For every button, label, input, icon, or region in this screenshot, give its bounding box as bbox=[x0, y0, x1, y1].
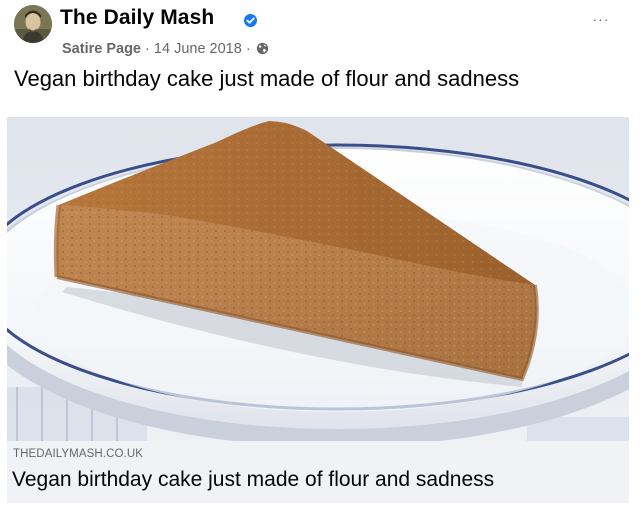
link-domain: THEDAILYMASH.CO.UK bbox=[13, 448, 144, 460]
link-preview-footer[interactable]: THEDAILYMASH.CO.UK Vegan birthday cake j… bbox=[7, 441, 629, 503]
page-avatar[interactable] bbox=[14, 5, 52, 43]
globe-icon bbox=[256, 42, 269, 55]
verified-badge-icon bbox=[244, 14, 257, 27]
link-preview-image[interactable] bbox=[7, 117, 629, 441]
page-category[interactable]: Satire Page bbox=[62, 41, 141, 57]
post-text: Vegan birthday cake just made of flour a… bbox=[14, 66, 520, 91]
meta-separator: · bbox=[245, 41, 251, 57]
meta-separator: · bbox=[145, 41, 150, 57]
post-date[interactable]: 14 June 2018 bbox=[154, 41, 242, 57]
facebook-post: The Daily Mash Satire Page · 14 June 201… bbox=[0, 0, 640, 506]
link-title[interactable]: Vegan birthday cake just made of flour a… bbox=[12, 468, 494, 492]
link-preview-card[interactable]: THEDAILYMASH.CO.UK Vegan birthday cake j… bbox=[7, 117, 629, 503]
post-header: The Daily Mash Satire Page · 14 June 201… bbox=[0, 0, 640, 64]
avatar-image bbox=[14, 5, 52, 43]
page-name[interactable]: The Daily Mash bbox=[60, 6, 214, 30]
post-meta: Satire Page · 14 June 2018 · bbox=[62, 41, 269, 57]
cake-slice-image bbox=[7, 117, 629, 441]
more-options-button[interactable]: ··· bbox=[588, 8, 614, 30]
